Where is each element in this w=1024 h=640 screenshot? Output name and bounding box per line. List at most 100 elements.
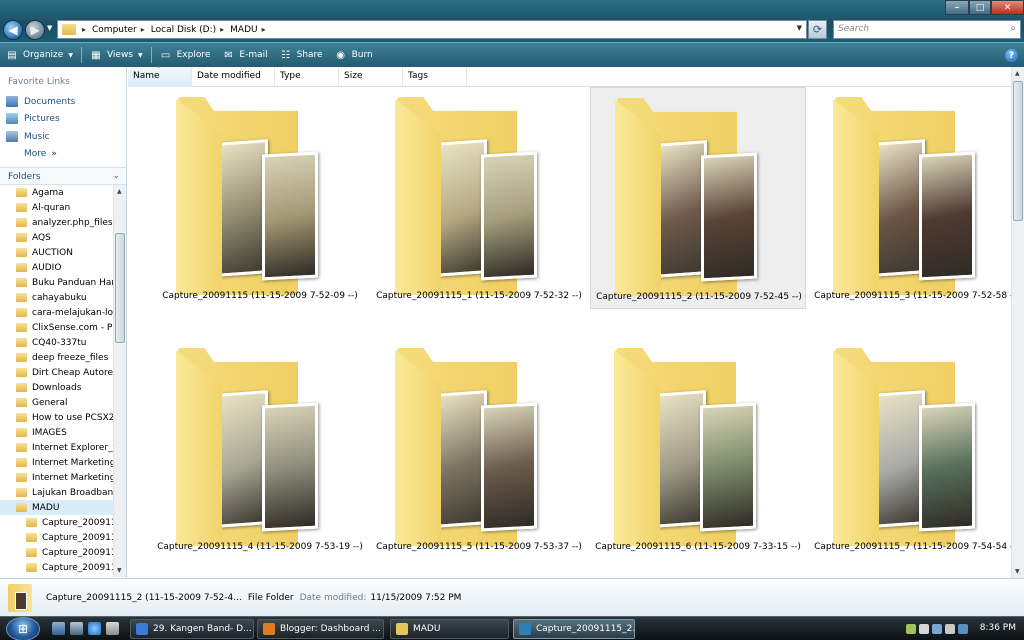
back-button[interactable]: ◀ [3, 20, 23, 40]
file-view-scrollbar[interactable]: ▲ ▼ [1011, 67, 1024, 578]
views-button[interactable]: ▦ Views ▼ [84, 43, 149, 68]
show-desktop-icon[interactable] [52, 622, 65, 635]
more-links[interactable]: More » [24, 149, 57, 159]
scroll-down-icon[interactable]: ▼ [117, 567, 122, 574]
help-icon[interactable]: ? [1005, 49, 1018, 62]
folder-tile[interactable]: Capture_20091115_2 (11-15-2009 7-52-45 -… [590, 87, 806, 309]
taskbar-button[interactable]: 29. Kangen Band- D... [130, 619, 254, 639]
column-label: Tags [408, 71, 428, 81]
folder-tree-item[interactable]: AQS [0, 230, 113, 245]
forward-button[interactable]: ▶ [25, 20, 45, 40]
photo-thumbnail [873, 390, 925, 528]
burn-button[interactable]: ◉ Burn [329, 43, 379, 68]
address-bar[interactable]: ▸ Computer ▸ Local Disk (D:) ▸ MADU ▸ ▼ [57, 20, 807, 39]
organize-button[interactable]: ▤ Organize ▼ [0, 43, 79, 68]
folder-tree-item[interactable]: Al-quran [0, 200, 113, 215]
folder-tree-item[interactable]: AUDIO [0, 260, 113, 275]
explore-button[interactable]: ▭ Explore [154, 43, 217, 68]
favorite-pictures[interactable]: Pictures [6, 113, 60, 124]
folder-tree-label: MADU [32, 502, 60, 513]
folder-tree-item[interactable]: Internet Marketing [0, 455, 113, 470]
quick-launch-icon[interactable] [106, 622, 119, 635]
safely-remove-icon[interactable] [919, 624, 929, 634]
recent-pages-dropdown[interactable]: ▼ [47, 24, 52, 32]
folder-tree-item[interactable]: CQ40-337tu [0, 335, 113, 350]
folder-tree-item[interactable]: Capture_2009111 [0, 515, 113, 530]
folder-tree-label: CQ40-337tu [32, 337, 87, 348]
breadcrumb-local-disk[interactable]: Local Disk (D:) [151, 25, 216, 35]
volume-icon[interactable] [945, 624, 955, 634]
taskbar-label: Blogger: Dashboard ... [280, 624, 381, 634]
folder-tile[interactable]: Capture_20091115_3 (11-15-2009 7-52-58 -… [809, 87, 1011, 309]
language-icon[interactable] [932, 624, 942, 634]
internet-explorer-icon[interactable] [88, 622, 101, 635]
folder-tree-scrollbar[interactable]: ▲ ▼ [113, 185, 126, 577]
folder-tile[interactable]: Capture_20091115_7 (11-15-2009 7-54-54 -… [809, 338, 1011, 560]
email-button[interactable]: ✉ E-mail [216, 43, 273, 68]
folder-tree-item[interactable]: analyzer.php_files [0, 215, 113, 230]
column-type[interactable]: Type [275, 67, 339, 87]
folder-tile[interactable]: Capture_20091115_1 (11-15-2009 7-52-32 -… [371, 87, 587, 309]
favorite-documents[interactable]: Documents [6, 96, 75, 107]
switch-windows-icon[interactable] [70, 622, 83, 635]
favorite-music[interactable]: Music [6, 131, 50, 142]
search-input[interactable]: Search ⌕ [833, 20, 1021, 39]
folder-tree-label: Internet Marketing [32, 472, 113, 483]
folder-tree-label: Lajukan Broadband [32, 487, 113, 498]
breadcrumb-computer[interactable]: Computer [92, 25, 137, 35]
search-icon[interactable]: ⌕ [1010, 23, 1016, 34]
folder-tile[interactable]: Capture_20091115 (11-15-2009 7-52-09 --) [152, 87, 368, 309]
folder-tree-item[interactable]: Dirt Cheap Autores [0, 365, 113, 380]
folder-tree-item[interactable]: Downloads [0, 380, 113, 395]
minimize-button[interactable]: – [945, 0, 969, 15]
folder-tree-item[interactable]: cara-melajukan-lo [0, 305, 113, 320]
battery-icon[interactable] [958, 624, 968, 634]
taskbar-button[interactable]: Blogger: Dashboard ... [257, 619, 384, 639]
scroll-thumb[interactable] [115, 233, 125, 343]
command-bar: ▤ Organize ▼ ▦ Views ▼ ▭ Explore ✉ E-mail ☷ Sha… [0, 42, 1024, 67]
scroll-up-icon[interactable]: ▲ [1015, 70, 1020, 77]
folder-tree-item[interactable]: General [0, 395, 113, 410]
scroll-down-icon[interactable]: ▼ [1015, 568, 1020, 575]
folder-tree-item[interactable]: Agama [0, 185, 113, 200]
folder-tree-item[interactable]: Lajukan Broadband [0, 485, 113, 500]
folder-tree-item[interactable]: Internet Explorer_fi [0, 440, 113, 455]
folder-icon [16, 278, 27, 287]
folder-tree-item[interactable]: deep freeze_files [0, 350, 113, 365]
folder-tile[interactable]: Capture_20091115_6 (11-15-2009 7-33-15 -… [590, 338, 806, 560]
folder-tree-item[interactable]: ClixSense.com - P [0, 320, 113, 335]
folder-tree-item[interactable]: MADU [0, 500, 113, 515]
taskbar-clock[interactable]: 8:36 PM [980, 623, 1016, 633]
folder-tree-item[interactable]: AUCTION [0, 245, 113, 260]
close-button[interactable]: ✕ [991, 0, 1024, 15]
column-tags[interactable]: Tags [403, 67, 467, 87]
app-icon [519, 623, 531, 635]
folder-tree-item[interactable]: Buku Panduan Han [0, 275, 113, 290]
maximize-button[interactable]: □ [969, 0, 991, 15]
folder-tile[interactable]: Capture_20091115_4 (11-15-2009 7-53-19 -… [152, 338, 368, 560]
folder-icon [62, 24, 76, 35]
folder-tile[interactable]: Capture_20091115_5 (11-15-2009 7-53-37 -… [371, 338, 587, 560]
taskbar-button[interactable]: Capture_20091115_2... [513, 619, 635, 639]
folder-tree-item[interactable]: cahayabuku [0, 290, 113, 305]
folder-tree-item[interactable]: Capture_2009111 [0, 560, 113, 575]
scroll-up-icon[interactable]: ▲ [117, 188, 122, 195]
scroll-thumb[interactable] [1013, 81, 1023, 221]
breadcrumb-madu[interactable]: MADU [230, 25, 257, 35]
chevron-down-icon[interactable]: ▼ [797, 24, 802, 32]
folders-heading[interactable]: Folders ⌄ [0, 167, 126, 185]
network-icon[interactable] [906, 624, 916, 634]
refresh-button[interactable]: ⟳ [808, 20, 827, 39]
start-button[interactable]: ⊞ [6, 617, 40, 640]
folder-tree-item[interactable]: How to use PCSX2 [0, 410, 113, 425]
folder-tree-item[interactable]: IMAGES [0, 425, 113, 440]
folder-tree-item[interactable]: Capture_2009111 [0, 530, 113, 545]
folder-tree-item[interactable]: Internet Marketing [0, 470, 113, 485]
taskbar-button[interactable]: MADU [390, 619, 509, 639]
column-date-modified[interactable]: Date modified [192, 67, 275, 87]
column-name[interactable]: ^ Name [128, 66, 192, 87]
share-button[interactable]: ☷ Share [274, 43, 329, 68]
column-size[interactable]: Size [339, 67, 403, 87]
folder-tree-item[interactable]: Capture_2009111 [0, 545, 113, 560]
folder-tree-label: Internet Marketing [32, 457, 113, 468]
